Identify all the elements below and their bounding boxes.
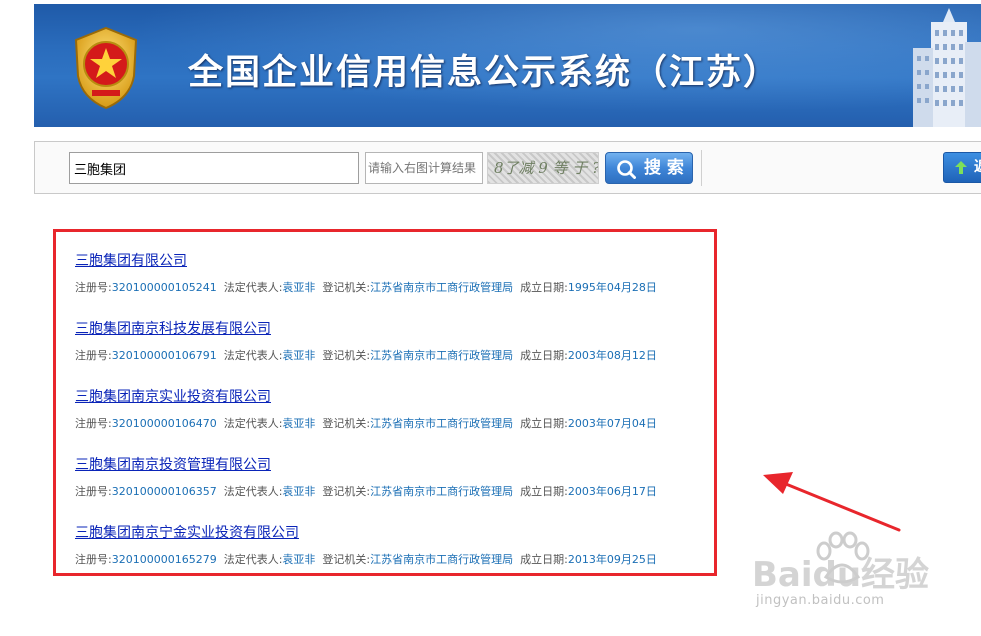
arrow-up-icon: [955, 161, 967, 174]
legal-rep-label: 法定代表人:: [223, 553, 283, 566]
founded-value: 2013年09月25日: [567, 553, 657, 566]
result-title-link[interactable]: 三胞集团南京科技发展有限公司: [75, 318, 657, 338]
result-item: 三胞集团南京科技发展有限公司 注册号:320100000106791 法定代表人:…: [75, 318, 657, 363]
founded-label: 成立日期:: [520, 417, 568, 430]
result-title-link[interactable]: 三胞集团有限公司: [75, 250, 657, 270]
legal-rep-value: 袁亚非: [282, 349, 316, 362]
reg-no-value: 320100000165279: [111, 553, 217, 566]
result-meta: 注册号:320100000106791 法定代表人:袁亚非 登记机关:江苏省南京市工…: [75, 347, 657, 363]
founded-label: 成立日期:: [520, 553, 568, 566]
reg-no-label: 注册号:: [75, 349, 112, 362]
founded-value: 2003年08月12日: [567, 349, 657, 362]
result-title-link[interactable]: 三胞集团南京宁金实业投资有限公司: [75, 522, 657, 542]
watermark-url: jingyan.baidu.com: [756, 593, 885, 608]
result-item: 三胞集团南京投资管理有限公司 注册号:320100000106357 法定代表人:…: [75, 454, 657, 499]
return-button-label: 返: [974, 159, 981, 175]
result-item: 三胞集团南京实业投资有限公司 注册号:320100000106470 法定代表人:…: [75, 386, 657, 431]
founded-value: 2003年07月04日: [567, 417, 657, 430]
result-item: 三胞集团有限公司 注册号:320100000105241 法定代表人:袁亚非 登记机…: [75, 250, 657, 295]
divider: [701, 150, 702, 186]
search-input[interactable]: [69, 152, 359, 184]
result-meta: 注册号:320100000105241 法定代表人:袁亚非 登记机关:江苏省南京市工…: [75, 279, 657, 295]
watermark-brand: Baidu经验: [752, 555, 930, 595]
authority-label: 登记机关:: [322, 281, 371, 294]
building-icon: [913, 8, 981, 127]
reg-no-value: 320100000106470: [111, 417, 217, 430]
authority-label: 登记机关:: [322, 485, 371, 498]
legal-rep-label: 法定代表人:: [223, 417, 283, 430]
legal-rep-value: 袁亚非: [282, 485, 316, 498]
search-button[interactable]: 搜 索: [605, 152, 693, 184]
authority-label: 登记机关:: [322, 417, 371, 430]
founded-value: 2003年06月17日: [567, 485, 657, 498]
founded-label: 成立日期:: [520, 281, 568, 294]
result-item: 三胞集团南京宁金实业投资有限公司 注册号:320100000165279 法定代表…: [75, 522, 657, 567]
captcha-image[interactable]: 8了减 9 等 于 ?: [487, 152, 599, 184]
result-meta: 注册号:320100000106357 法定代表人:袁亚非 登记机关:江苏省南京市工…: [75, 483, 657, 499]
header-banner: 全国企业信用信息公示系统（江苏）: [34, 4, 981, 127]
result-meta: 注册号:320100000165279 法定代表人:袁亚非 登记机关:江苏省南京市工…: [75, 551, 657, 567]
authority-value: 江苏省南京市工商行政管理局: [370, 281, 514, 294]
authority-value: 江苏省南京市工商行政管理局: [370, 349, 514, 362]
authority-value: 江苏省南京市工商行政管理局: [370, 553, 514, 566]
result-title-link[interactable]: 三胞集团南京实业投资有限公司: [75, 386, 657, 406]
page: 全国企业信用信息公示系统（江苏） 8了减 9 等 于: [0, 0, 981, 636]
national-emblem-icon: [74, 26, 138, 110]
legal-rep-label: 法定代表人:: [223, 485, 283, 498]
reg-no-value: 320100000105241: [111, 281, 217, 294]
search-icon: [617, 160, 636, 179]
page-title: 全国企业信用信息公示系统（江苏）: [188, 53, 781, 93]
search-results: 三胞集团有限公司 注册号:320100000105241 法定代表人:袁亚非 登记机…: [53, 229, 717, 576]
return-button[interactable]: 返: [943, 152, 981, 183]
authority-label: 登记机关:: [322, 349, 371, 362]
reg-no-label: 注册号:: [75, 485, 112, 498]
reg-no-value: 320100000106357: [111, 485, 217, 498]
founded-value: 1995年04月28日: [567, 281, 657, 294]
legal-rep-label: 法定代表人:: [223, 349, 283, 362]
reg-no-value: 320100000106791: [111, 349, 217, 362]
captcha-answer-input[interactable]: [365, 152, 483, 184]
legal-rep-label: 法定代表人:: [223, 281, 283, 294]
reg-no-label: 注册号:: [75, 281, 112, 294]
legal-rep-value: 袁亚非: [282, 417, 316, 430]
authority-value: 江苏省南京市工商行政管理局: [370, 485, 514, 498]
result-title-link[interactable]: 三胞集团南京投资管理有限公司: [75, 454, 657, 474]
reg-no-label: 注册号:: [75, 553, 112, 566]
reg-no-label: 注册号:: [75, 417, 112, 430]
founded-label: 成立日期:: [520, 485, 568, 498]
legal-rep-value: 袁亚非: [282, 553, 316, 566]
search-bar: 8了减 9 等 于 ? 搜 索 返: [34, 141, 981, 194]
authority-value: 江苏省南京市工商行政管理局: [370, 417, 514, 430]
authority-label: 登记机关:: [322, 553, 371, 566]
annotation-arrow-icon: [763, 472, 901, 532]
search-button-label: 搜 索: [644, 158, 684, 178]
result-meta: 注册号:320100000106470 法定代表人:袁亚非 登记机关:江苏省南京市工…: [75, 415, 657, 431]
baidu-watermark: Baidu经验 jingyan.baidu.com: [752, 531, 942, 621]
legal-rep-value: 袁亚非: [282, 281, 316, 294]
founded-label: 成立日期:: [520, 349, 568, 362]
